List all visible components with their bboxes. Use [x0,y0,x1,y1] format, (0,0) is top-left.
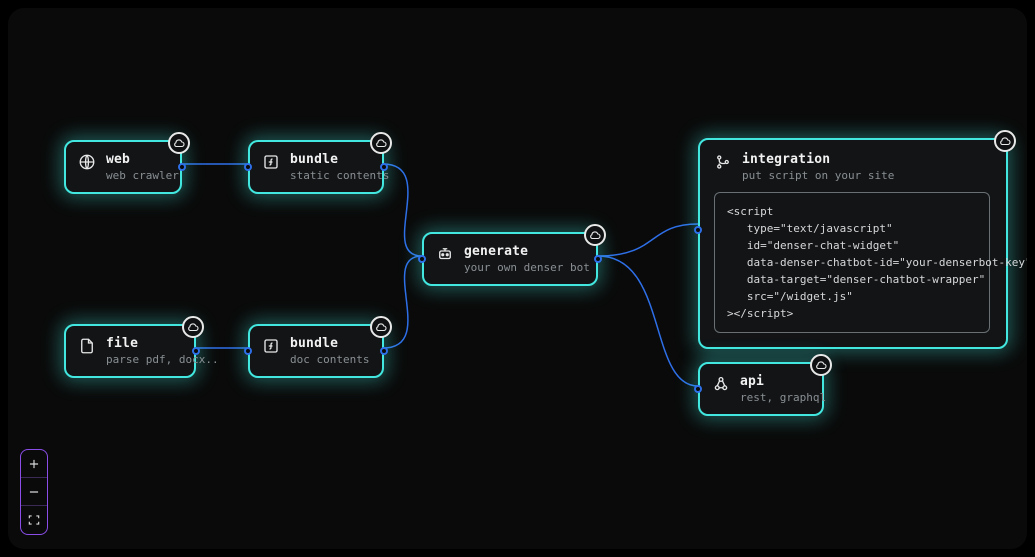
fit-view-button[interactable] [21,506,47,534]
cloud-icon [187,321,199,333]
globe-icon [78,153,96,171]
port-in[interactable] [244,163,252,171]
node-title: generate [464,244,590,259]
cloud-badge [182,316,204,338]
cloud-badge [994,130,1016,152]
cloud-badge [584,224,606,246]
node-subtitle: parse pdf, docx.. [106,353,219,366]
file-icon [78,337,96,355]
node-title: bundle [290,336,369,351]
function-icon [262,337,280,355]
node-title: api [740,374,826,389]
function-icon [262,153,280,171]
node-subtitle: your own denser bot [464,261,590,274]
cloud-badge [168,132,190,154]
port-in[interactable] [418,255,426,263]
cloud-badge [370,316,392,338]
node-web[interactable]: web web crawler [64,140,182,194]
cloud-icon [173,137,185,149]
node-title: file [106,336,219,351]
cloud-icon [375,137,387,149]
port-in[interactable] [694,385,702,393]
cloud-icon [999,135,1011,147]
node-subtitle: put script on your site [742,169,894,182]
diagram-canvas[interactable]: web web crawler file parse pdf, docx.. [8,8,1027,549]
webhook-icon [712,375,730,393]
zoom-out-button[interactable] [21,478,47,506]
node-subtitle: static contents [290,169,389,182]
bot-icon [436,245,454,263]
port-out[interactable] [380,163,388,171]
zoom-controls [20,449,48,535]
node-bundle-doc[interactable]: bundle doc contents [248,324,384,378]
node-subtitle: web crawler [106,169,179,182]
node-api[interactable]: api rest, graphql [698,362,824,416]
port-out[interactable] [594,255,602,263]
integration-code: <script type="text/javascript" id="dense… [714,192,990,333]
port-out[interactable] [178,163,186,171]
port-out[interactable] [380,347,388,355]
node-title: bundle [290,152,389,167]
merge-icon [714,153,732,171]
node-subtitle: rest, graphql [740,391,826,404]
node-integration[interactable]: integration put script on your site <scr… [698,138,1008,349]
cloud-icon [375,321,387,333]
node-bundle-static[interactable]: bundle static contents [248,140,384,194]
cloud-icon [815,359,827,371]
cloud-icon [589,229,601,241]
node-subtitle: doc contents [290,353,369,366]
node-file[interactable]: file parse pdf, docx.. [64,324,196,378]
fullscreen-icon [27,513,41,527]
plus-icon [27,457,41,471]
port-out[interactable] [192,347,200,355]
port-in[interactable] [694,226,702,234]
cloud-badge [370,132,392,154]
node-title: integration [742,152,894,167]
node-title: web [106,152,179,167]
zoom-in-button[interactable] [21,450,47,478]
port-in[interactable] [244,347,252,355]
minus-icon [27,485,41,499]
node-generate[interactable]: generate your own denser bot [422,232,598,286]
cloud-badge [810,354,832,376]
